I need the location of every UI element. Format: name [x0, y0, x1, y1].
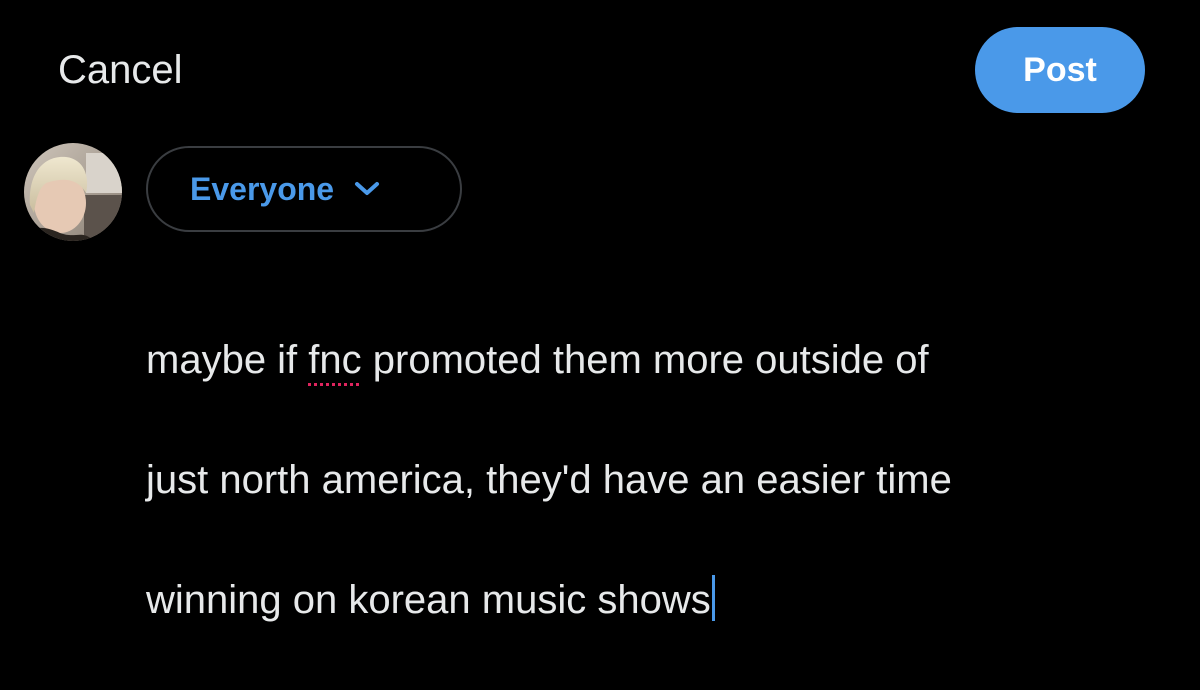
- compose-line-1: maybe if fnc promoted them more outside …: [146, 330, 1186, 390]
- audience-selector[interactable]: Everyone: [146, 146, 462, 232]
- compose-text-area[interactable]: maybe if fnc promoted them more outside …: [146, 270, 1186, 690]
- compose-text: maybe if: [146, 338, 309, 382]
- compose-line-2: just north america, they'd have an easie…: [146, 458, 952, 502]
- avatar-photo: [24, 143, 122, 241]
- compose-text: winning on korean music shows: [146, 578, 711, 622]
- text-cursor: [711, 575, 715, 621]
- avatar[interactable]: [24, 143, 122, 241]
- post-button-label: Post: [1023, 50, 1097, 89]
- misspelled-word[interactable]: fnc: [308, 338, 361, 382]
- post-button[interactable]: Post: [975, 27, 1145, 113]
- chevron-down-icon: [354, 181, 380, 197]
- compose-text: promoted them more outside of: [361, 338, 929, 382]
- compose-line-3: winning on korean music shows: [146, 570, 1186, 630]
- audience-label: Everyone: [190, 170, 335, 207]
- cancel-button[interactable]: Cancel: [58, 46, 183, 94]
